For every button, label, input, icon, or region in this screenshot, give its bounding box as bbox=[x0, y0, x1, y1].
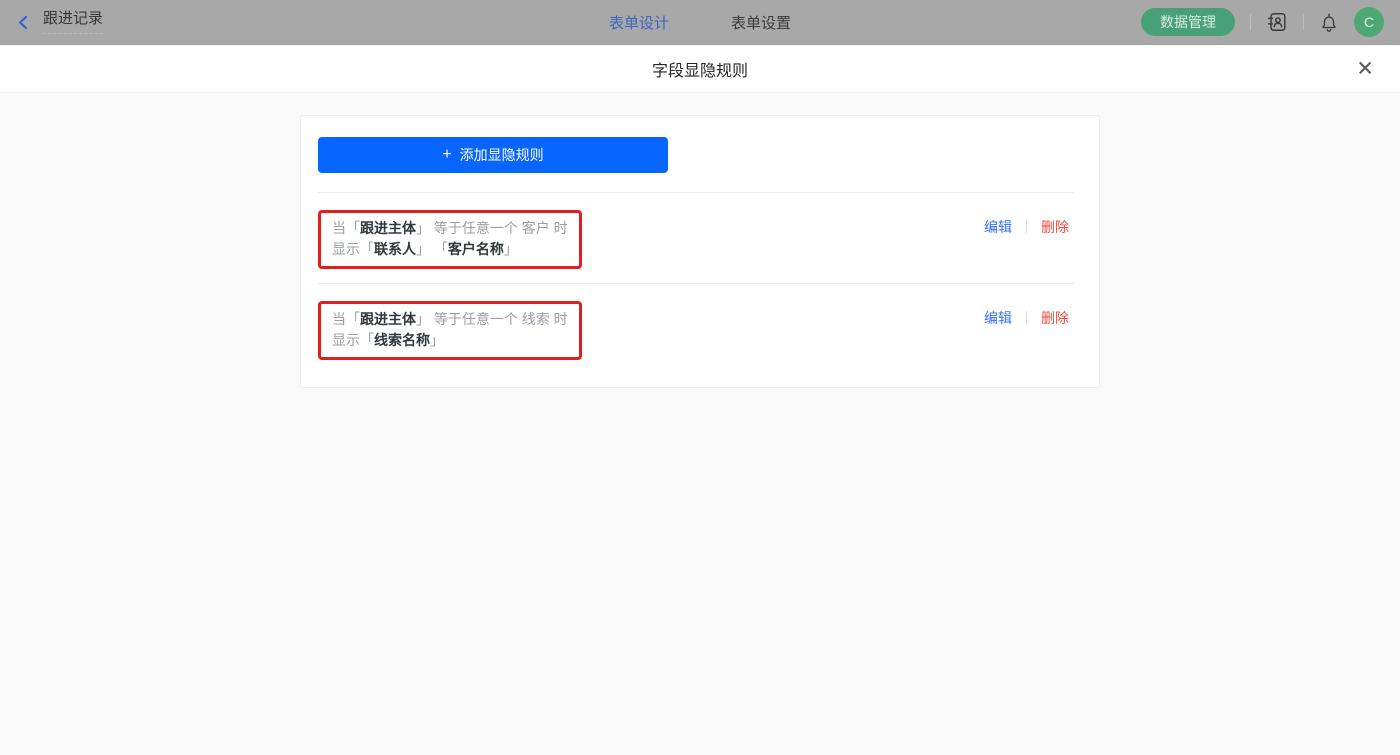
rule-field-name: 跟进主体 bbox=[360, 220, 416, 236]
add-rule-label: 添加显隐规则 bbox=[459, 147, 544, 163]
bell-icon[interactable] bbox=[1319, 12, 1339, 33]
rule-highlight-box: 当「跟进主体」 等于任意一个 客户 时显示「联系人」 「客户名称」 bbox=[318, 210, 582, 269]
rule-connector-text: 」 bbox=[503, 241, 518, 257]
rule-field-name: 联系人 bbox=[374, 241, 416, 257]
rule-actions: 编辑 删除 bbox=[984, 308, 1069, 328]
rule-connector-text: 当「 bbox=[332, 220, 360, 236]
rule-row: 当「跟进主体」 等于任意一个 客户 时显示「联系人」 「客户名称」 编辑 删除 bbox=[301, 193, 1099, 283]
topbar-divider bbox=[1250, 14, 1251, 30]
modal-body: + 添加显隐规则 当「跟进主体」 等于任意一个 客户 时显示「联系人」 「客户名… bbox=[0, 93, 1400, 755]
rules-list: 当「跟进主体」 等于任意一个 客户 时显示「联系人」 「客户名称」 编辑 删除 当「跟… bbox=[301, 193, 1099, 374]
plus-icon: + bbox=[442, 146, 452, 163]
rule-text-line: 显示「联系人」 「客户名称」 bbox=[332, 239, 568, 260]
data-manage-button[interactable]: 数据管理 bbox=[1141, 8, 1235, 36]
page-title: 字段显隐规则 bbox=[651, 62, 748, 80]
rules-card: + 添加显隐规则 当「跟进主体」 等于任意一个 客户 时显示「联系人」 「客户名… bbox=[300, 115, 1100, 388]
rule-connector-text: 」 bbox=[430, 332, 444, 348]
rule-text-line: 当「跟进主体」 等于任意一个 客户 时 bbox=[332, 218, 568, 239]
avatar[interactable]: C bbox=[1354, 7, 1384, 37]
action-divider bbox=[1026, 220, 1027, 234]
rule-row: 当「跟进主体」 等于任意一个 线索 时显示「线索名称」 编辑 删除 bbox=[301, 284, 1099, 374]
add-rule-wrap: + 添加显隐规则 bbox=[301, 116, 1099, 173]
delete-rule-link[interactable]: 删除 bbox=[1041, 308, 1069, 328]
rule-text-line: 显示「线索名称」 bbox=[332, 330, 568, 351]
contacts-book-icon[interactable] bbox=[1266, 11, 1288, 33]
rule-connector-text: 」 等于任意一个 线索 时 bbox=[416, 311, 568, 327]
tab-form-design[interactable]: 表单设计 bbox=[609, 12, 669, 33]
delete-rule-link[interactable]: 删除 bbox=[1041, 217, 1069, 237]
topbar: 跟进记录 表单设计 表单设置 数据管理 C bbox=[0, 0, 1400, 45]
back-button[interactable] bbox=[16, 15, 31, 30]
rule-actions: 编辑 删除 bbox=[984, 217, 1069, 237]
rule-field-name: 客户名称 bbox=[447, 241, 504, 257]
tab-form-settings[interactable]: 表单设置 bbox=[731, 12, 791, 33]
modal-header: 字段显隐规则 ✕ bbox=[0, 45, 1400, 93]
add-rule-button[interactable]: + 添加显隐规则 bbox=[318, 137, 668, 173]
close-icon[interactable]: ✕ bbox=[1356, 58, 1374, 79]
rule-field-name: 线索名称 bbox=[374, 332, 430, 348]
topbar-left: 跟进记录 bbox=[16, 10, 104, 34]
rule-connector-text: 显示「 bbox=[332, 332, 374, 348]
rule-connector-text: 」 「 bbox=[416, 241, 448, 257]
topbar-tabs: 表单设计 表单设置 bbox=[609, 0, 791, 45]
rule-connector-text: 显示「 bbox=[332, 241, 374, 257]
topbar-divider bbox=[1303, 14, 1304, 30]
back-chevron-icon bbox=[18, 15, 28, 29]
edit-rule-link[interactable]: 编辑 bbox=[984, 217, 1012, 237]
topbar-right: 数据管理 C bbox=[1141, 7, 1384, 37]
rule-connector-text: 当「 bbox=[332, 311, 360, 327]
rule-field-name: 跟进主体 bbox=[360, 311, 416, 327]
rule-highlight-box: 当「跟进主体」 等于任意一个 线索 时显示「线索名称」 bbox=[318, 301, 582, 360]
form-name-label[interactable]: 跟进记录 bbox=[43, 10, 104, 34]
rule-text-line: 当「跟进主体」 等于任意一个 线索 时 bbox=[332, 309, 568, 330]
edit-rule-link[interactable]: 编辑 bbox=[984, 308, 1012, 328]
action-divider bbox=[1026, 311, 1027, 325]
rule-connector-text: 」 等于任意一个 客户 时 bbox=[416, 220, 568, 236]
